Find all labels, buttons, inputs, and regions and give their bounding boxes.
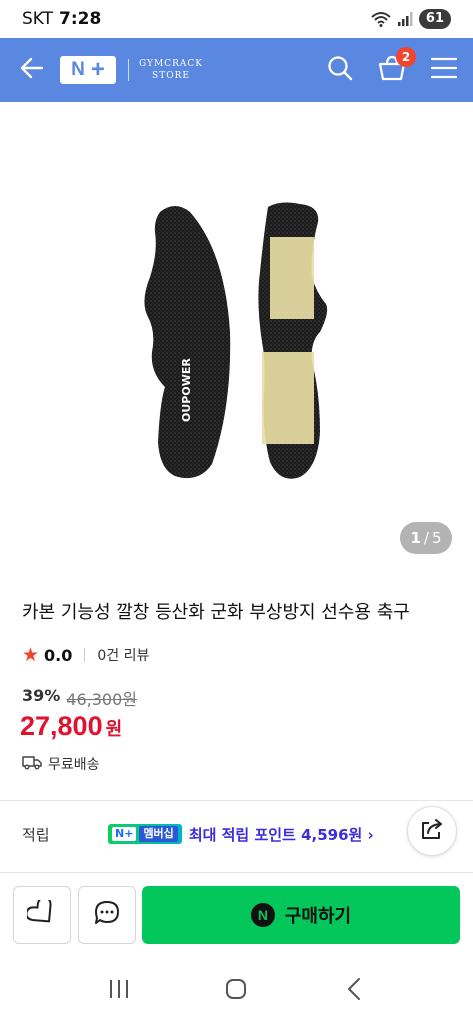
shipping-label: 무료배송 [48,757,100,773]
system-nav-bar [0,958,473,1024]
page-separator: / [423,529,429,547]
max-points-text: 최대 적립 포인트 4,596원 › [188,825,374,844]
product-image: OUPOWER [144,202,328,479]
insole-brand-text: OUPOWER [180,358,193,422]
badge-np-text: N+ [112,827,137,841]
search-icon [327,55,353,85]
buy-label: 구매하기 [284,906,352,927]
heart-like-icon [25,896,57,930]
points-row[interactable]: 적립 N+ 멤버십 최대 적립 포인트 4,596원 › [22,815,462,853]
chat-button[interactable] [78,886,136,944]
wifi-icon [371,11,391,27]
discount-percent: 39% [22,686,61,705]
store-name-line1: GYMCRACK [139,59,203,69]
product-gallery[interactable]: OUPOWER 1 / 5 [0,102,473,576]
chat-icon [93,899,121,931]
system-back-button[interactable] [334,971,374,1011]
bottom-action-bar: N 구매하기 [0,872,473,958]
badge-member-text: 멤버십 [139,826,178,842]
star-icon: ★ [22,644,40,666]
store-name[interactable]: GYMCRACK STORE [139,58,203,82]
naver-pay-icon: N [250,903,275,927]
sale-price: 27,800 원 [20,711,122,742]
cart-button[interactable]: 2 [377,47,416,85]
original-price: 46,300원 [66,690,138,709]
clock: 7:28 [59,9,102,29]
status-icons: 61 [371,9,451,29]
app-header: N + GYMCRACK STORE 2 [0,38,473,102]
cart-count-badge: 2 [396,47,416,67]
header-divider [128,59,129,81]
home-button[interactable] [216,971,256,1011]
logo-plus-icon: + [90,56,105,83]
share-button[interactable] [407,806,457,856]
sale-price-amount: 27,800 [20,711,103,741]
membership-points[interactable]: N+ 멤버십 최대 적립 포인트 4,596원 › [108,823,374,845]
carrier-label: SKT [22,9,54,29]
store-name-line2: STORE [152,71,190,81]
header-actions: 2 [325,47,459,85]
logo-n: N [71,59,85,80]
back-icon [346,977,362,1005]
total-pages: 5 [431,529,442,547]
section-divider [0,800,473,801]
battery-icon: 61 [418,9,451,29]
nplus-membership-badge: N+ 멤버십 [108,824,182,844]
truck-icon [22,754,42,774]
search-button[interactable] [325,55,355,85]
rating-divider [84,648,86,662]
buy-button[interactable]: N 구매하기 [142,886,460,944]
menu-button[interactable] [429,55,459,85]
home-icon [224,977,248,1005]
menu-icon [430,57,458,83]
page-indicator: 1 / 5 [400,522,452,554]
back-arrow-icon [20,57,44,83]
product-title: 카본 기능성 깔창 등산화 군화 부상방지 선수용 축구 [22,602,410,623]
back-button[interactable] [16,54,48,86]
status-bar: SKT 7:28 61 [0,0,473,38]
share-icon [420,818,444,844]
rating-row[interactable]: ★ 0.0 0건 리뷰 [22,644,149,666]
like-button[interactable] [13,886,71,944]
points-label: 적립 [22,825,50,844]
recent-apps-button[interactable] [99,971,139,1011]
current-page: 1 [410,529,421,547]
review-count: 0건 리뷰 [97,648,150,664]
sale-price-currency: 원 [105,719,123,740]
signal-icon [397,11,413,27]
shipping-info: 무료배송 [22,754,100,774]
naver-plus-logo[interactable]: N + [60,56,116,84]
discount-row: 39% 46,300원 [22,686,137,710]
recent-apps-icon [108,979,130,1003]
rating-score: 0.0 [44,645,73,665]
